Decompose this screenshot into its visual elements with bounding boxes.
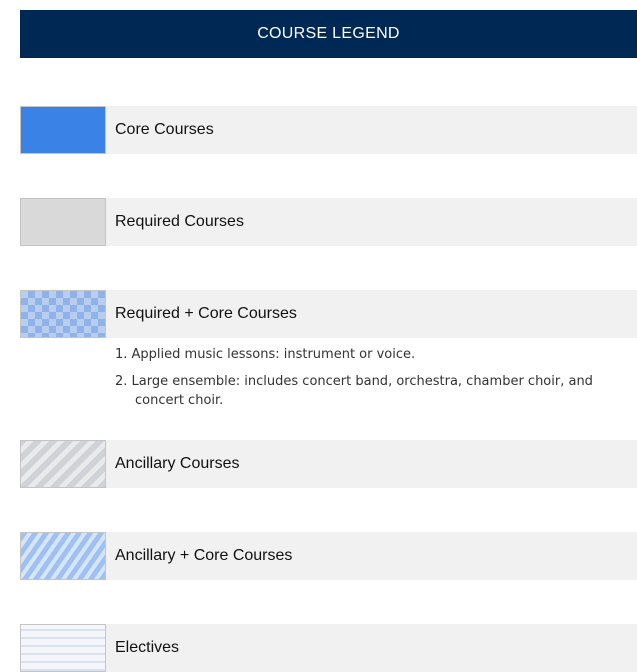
legend-label-ancillary: Ancillary Courses (115, 455, 240, 472)
legend-label-bar: Core Courses (106, 106, 637, 154)
legend-label-bar: Ancillary + Core Courses (106, 532, 637, 580)
legend-item-required: Required Courses (20, 198, 637, 246)
legend-label-bar: Ancillary Courses (106, 440, 637, 488)
legend-item-electives: Electives (20, 624, 637, 672)
legend-item-ancillary: Ancillary Courses (20, 440, 637, 488)
footnote-large-ensemble: 2. Large ensemble: includes concert band… (115, 374, 593, 408)
required-core-courses-swatch (20, 290, 106, 338)
ancillary-core-courses-swatch (20, 532, 106, 580)
footnote-applied-lessons: 1. Applied music lessons: instrument or … (115, 347, 416, 362)
legend-label-core: Core Courses (115, 121, 214, 138)
core-courses-swatch (20, 106, 106, 154)
legend-label-bar: Required Courses (106, 198, 637, 246)
legend-label-electives: Electives (115, 639, 180, 656)
legend-label-bar: Electives (106, 624, 637, 672)
legend-label-bar: Required + Core Courses (106, 290, 637, 338)
legend-item-required-core: Required + Core Courses (20, 290, 637, 338)
electives-swatch (20, 624, 106, 672)
legend-label-required-core: Required + Core Courses (115, 305, 297, 322)
legend-item-ancillary-core: Ancillary + Core Courses (20, 532, 637, 580)
legend-label-ancillary-core: Ancillary + Core Courses (115, 547, 293, 564)
legend-header: COURSE LEGEND (20, 10, 637, 58)
legend-title: COURSE LEGEND (257, 25, 400, 42)
legend-footnotes: 1. Applied music lessons: instrument or … (20, 345, 620, 418)
required-courses-swatch (20, 198, 106, 246)
legend-label-required: Required Courses (115, 213, 244, 230)
ancillary-courses-swatch (20, 440, 106, 488)
legend-item-core: Core Courses (20, 106, 637, 154)
